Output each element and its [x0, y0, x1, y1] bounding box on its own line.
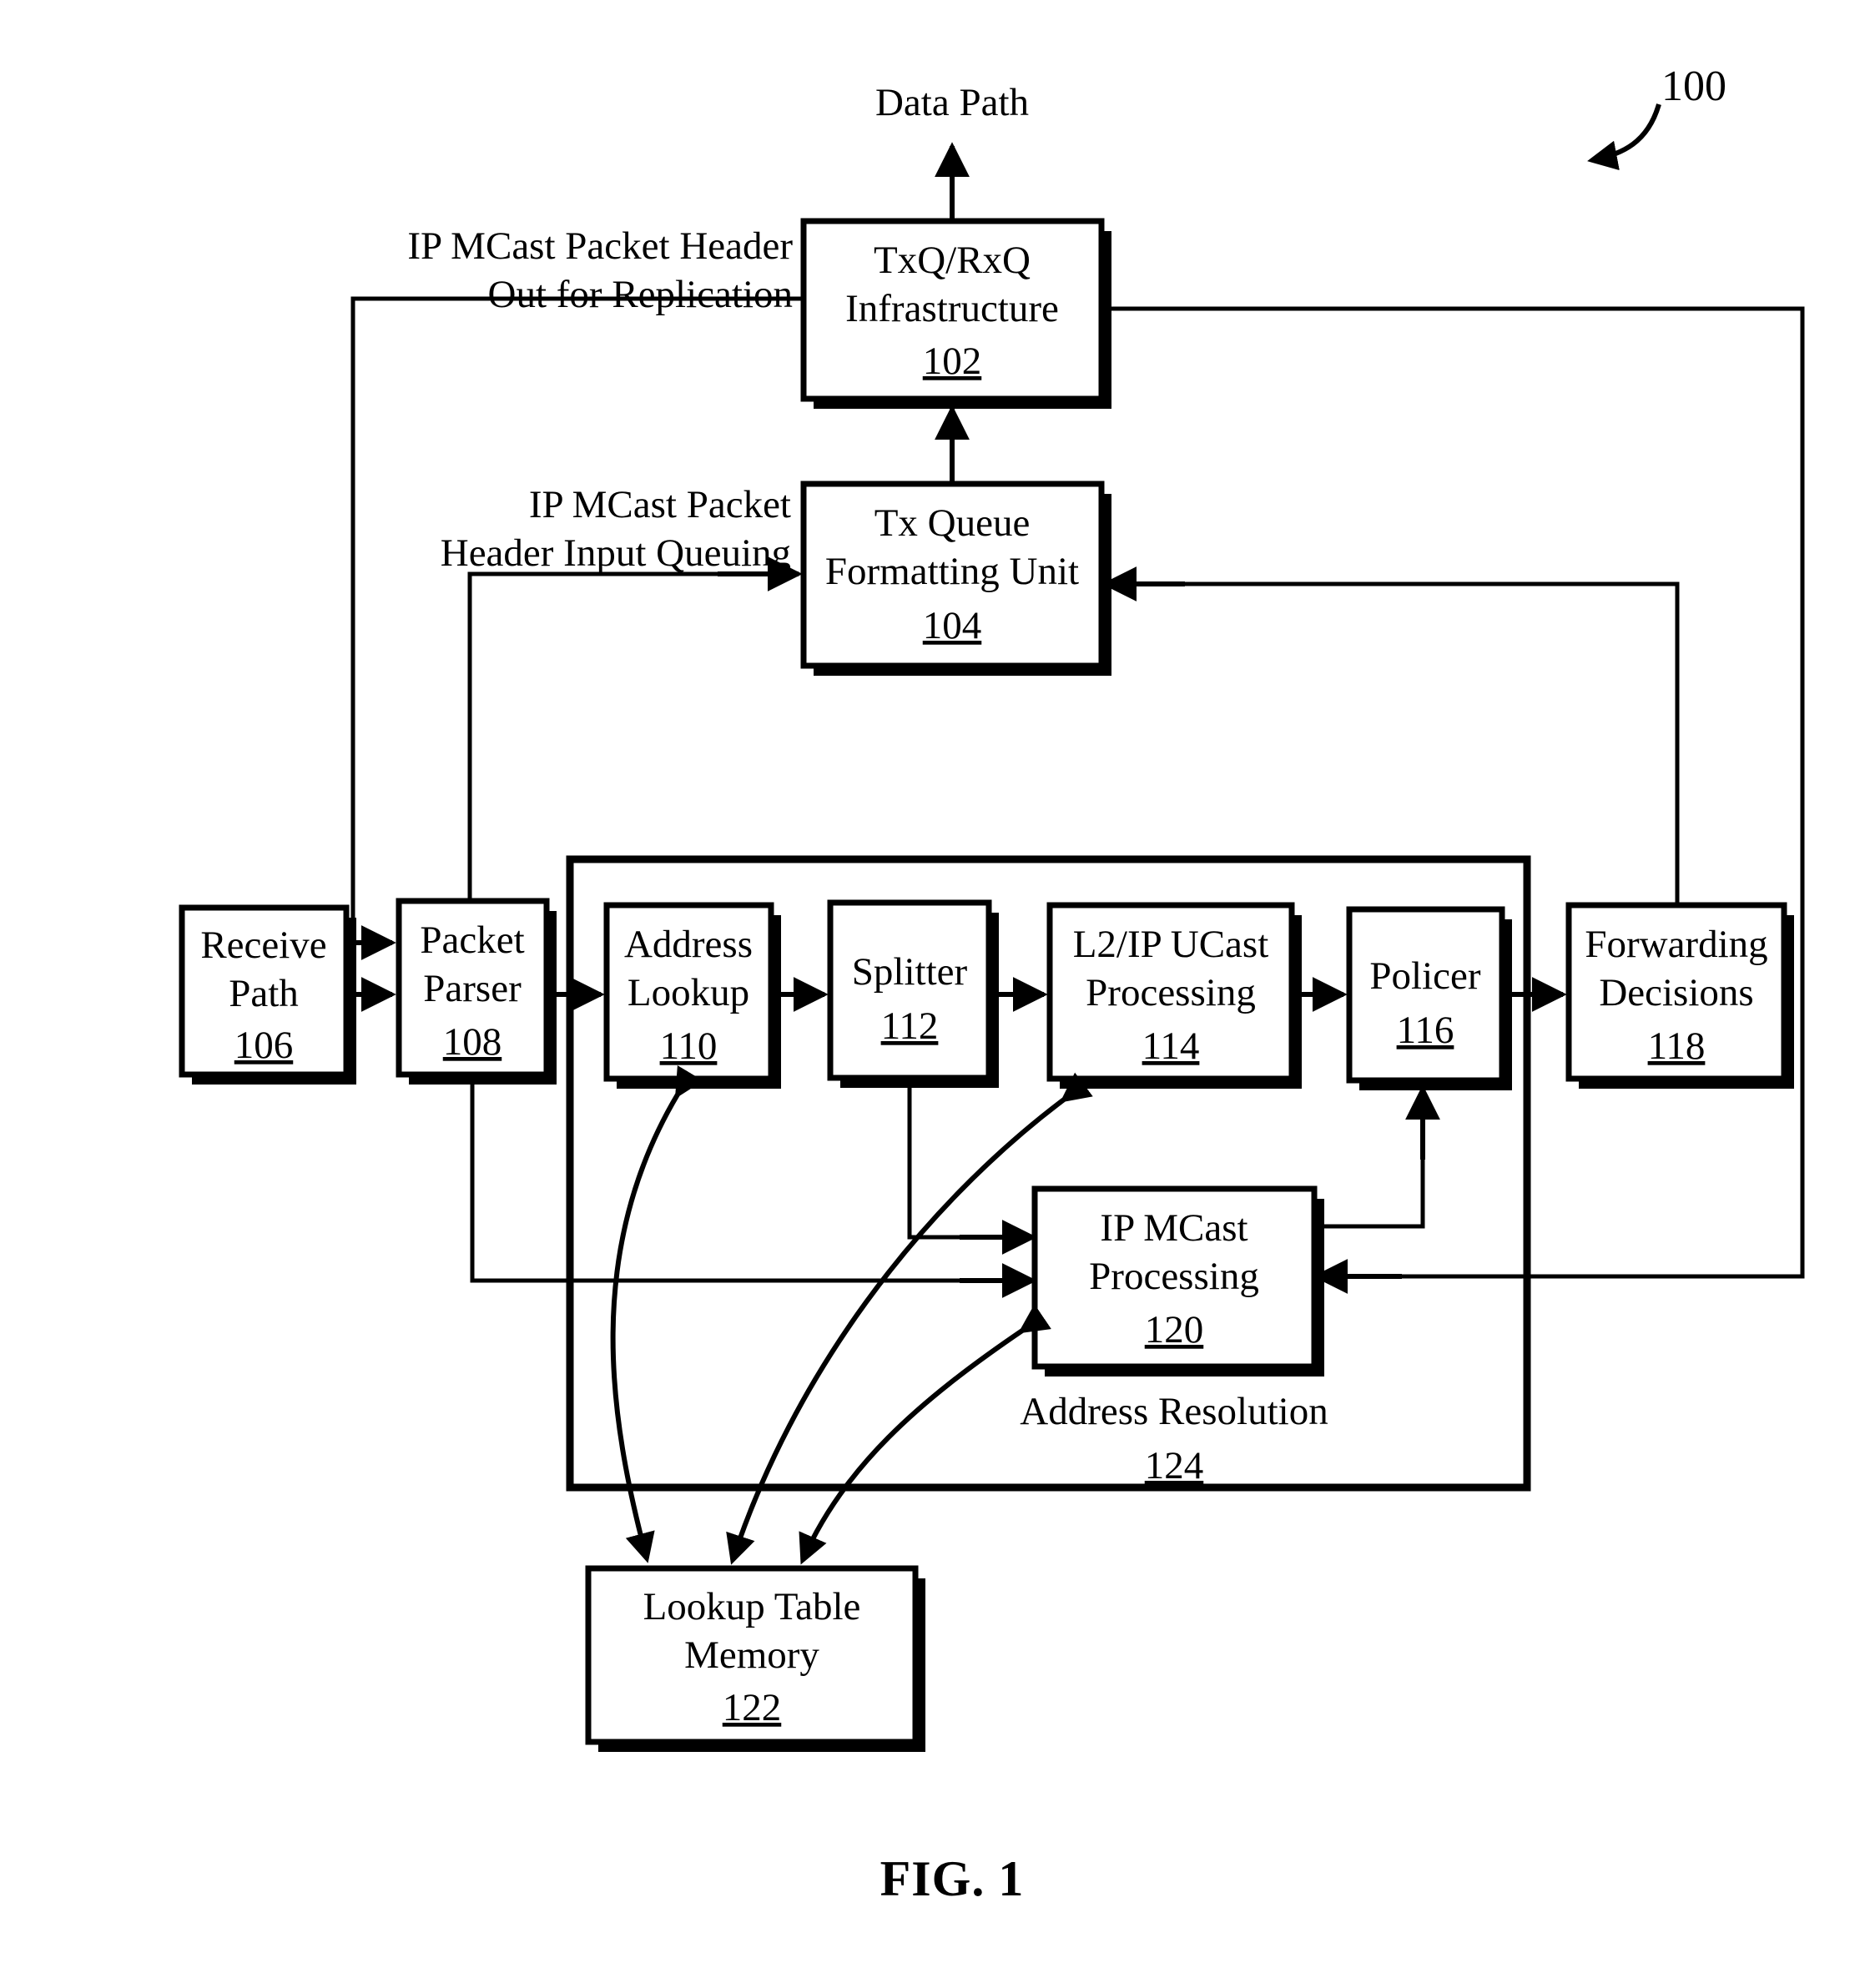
wire-txq-right-to-mcast — [1101, 306, 1805, 1279]
block-label-line2: Formatting Unit — [825, 550, 1079, 593]
block-forwarding-decisions[interactable]: Forwarding Decisions 118 — [1565, 902, 1794, 1089]
block-label-line1: TxQ/RxQ — [874, 239, 1031, 282]
block-label-line2: Lookup — [628, 971, 749, 1014]
block-label-line2: Processing — [1086, 971, 1256, 1014]
block-ref-number: 108 — [443, 1020, 502, 1064]
block-ref-number: 112 — [881, 1004, 939, 1048]
block-label-line1: Packet — [420, 919, 524, 962]
block-ref-number: 116 — [1397, 1009, 1454, 1052]
annotation-address-resolution-ref: 124 — [1145, 1444, 1204, 1487]
block-label-line2: Processing — [1089, 1255, 1259, 1298]
block-label-line2: Parser — [423, 967, 522, 1010]
figure-caption: FIG. 1 — [880, 1851, 1025, 1906]
block-label-line1: Tx Queue — [874, 501, 1031, 545]
annotation-address-resolution-label: Address Resolution — [1020, 1390, 1328, 1433]
block-ref-number: 118 — [1648, 1024, 1706, 1068]
wire-splitter-to-mcast — [907, 1085, 1029, 1240]
annotation-input-queuing-line1: IP MCast Packet — [529, 483, 791, 526]
block-packet-parser[interactable]: Packet Parser 108 — [396, 898, 557, 1085]
block-label-line1: Address — [624, 923, 753, 966]
block-diagram: TxQ/RxQ Infrastructure 102 Tx Queue Form… — [179, 63, 1805, 1906]
block-ref-number: 104 — [923, 604, 982, 647]
block-label-line1: Receive — [200, 924, 326, 967]
block-label-line1: Policer — [1369, 954, 1480, 998]
block-ref-number: 102 — [923, 340, 982, 383]
block-ref-number: 122 — [723, 1686, 782, 1729]
block-address-lookup[interactable]: Address Lookup 110 — [603, 902, 781, 1089]
block-label-line1: Forwarding — [1585, 923, 1767, 966]
wire-mcast-to-policer — [1314, 1095, 1425, 1229]
block-label-line1: Lookup Table — [643, 1585, 861, 1628]
curve-ltm-to-mcast — [799, 1304, 1051, 1565]
block-label-line2: Decisions — [1599, 971, 1753, 1014]
block-receive-path[interactable]: Receive Path 106 — [179, 904, 356, 1085]
block-l2-ip-ucast-processing[interactable]: L2/IP UCast Processing 114 — [1046, 902, 1302, 1089]
block-splitter[interactable]: Splitter 112 — [827, 899, 999, 1088]
patent-figure-sheet: TxQ/RxQ Infrastructure 102 Tx Queue Form… — [0, 0, 1875, 1988]
block-txq-rxq-infrastructure[interactable]: TxQ/RxQ Infrastructure 102 — [800, 218, 1111, 409]
block-label-line1: L2/IP UCast — [1073, 923, 1269, 966]
block-ref-number: 106 — [234, 1024, 294, 1067]
block-lookup-table-memory[interactable]: Lookup Table Memory 122 — [585, 1565, 925, 1752]
annotation-input-queuing-line2: Header Input Queuing — [441, 531, 791, 575]
block-label-line2: Path — [229, 972, 299, 1015]
wire-txq-to-parser — [350, 296, 804, 947]
annotation-replication-line1: IP MCast Packet Header — [407, 224, 793, 268]
block-ip-mcast-processing[interactable]: IP MCast Processing 120 — [1031, 1185, 1324, 1377]
annotation-data-path: Data Path — [875, 81, 1029, 124]
annotation-replication-line2: Out for Replication — [488, 273, 793, 316]
reference-numeral-100: 100 — [1661, 63, 1726, 110]
wire-parser-bottom-to-mcast — [470, 1075, 1029, 1283]
block-label-line1: IP MCast — [1100, 1206, 1247, 1250]
block-ref-number: 120 — [1145, 1308, 1204, 1351]
block-policer[interactable]: Policer 116 — [1346, 906, 1512, 1090]
block-ref-number: 114 — [1142, 1024, 1200, 1068]
leader-arrow-system-100 — [1587, 103, 1661, 171]
block-label-line2: Infrastructure — [845, 287, 1059, 330]
block-label-line2: Memory — [684, 1633, 819, 1677]
block-label-line1: Splitter — [852, 950, 968, 994]
block-tx-queue-formatting-unit[interactable]: Tx Queue Formatting Unit 104 — [800, 481, 1111, 676]
block-ref-number: 110 — [660, 1024, 718, 1068]
